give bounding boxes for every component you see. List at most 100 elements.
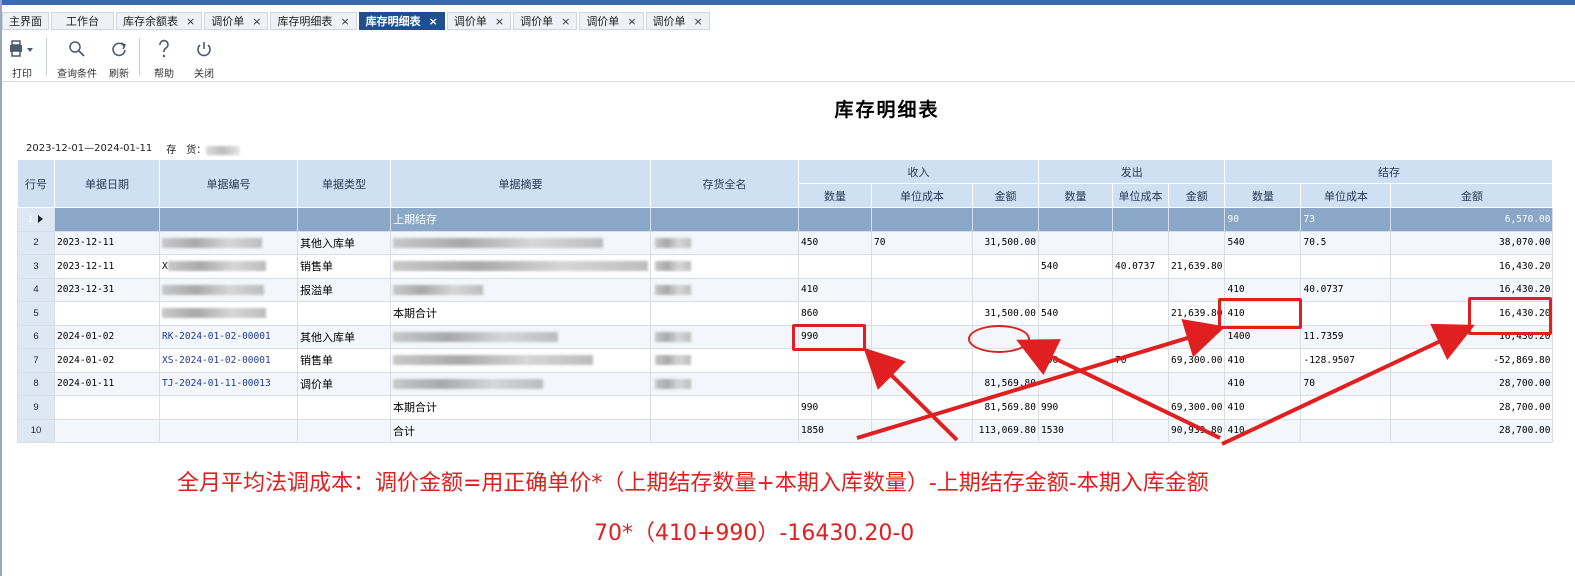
summary-cell[interactable]: 合计 (390, 418, 651, 443)
summary-cell[interactable] (390, 324, 651, 349)
out-qty-cell[interactable]: 990 (1038, 348, 1113, 373)
bal-qty-cell[interactable]: 540 (1224, 230, 1302, 255)
out-unit-cost-cell[interactable] (1112, 418, 1169, 443)
out-qty-cell[interactable] (1038, 324, 1113, 349)
col-header-summary[interactable]: 单据摘要 (390, 159, 651, 208)
summary-cell[interactable]: 本期合计 (390, 395, 651, 420)
item-name-cell[interactable] (650, 324, 799, 349)
summary-cell[interactable]: 上期结存 (390, 207, 651, 232)
in-qty-cell[interactable] (798, 348, 872, 373)
close-icon[interactable]: × (694, 15, 703, 28)
bal-amount-cell[interactable]: 28,700.00 (1390, 371, 1554, 396)
table-row[interactable]: 1 上期结存 90 73 6,570.00 (17, 207, 1554, 232)
col-header-bal-amount[interactable]: 金额 (1390, 183, 1554, 208)
in-qty-cell[interactable] (798, 371, 872, 396)
in-unit-cost-cell[interactable] (871, 324, 973, 349)
bal-unit-cost-cell[interactable]: -128.9507 (1300, 348, 1392, 373)
table-row[interactable]: 9 本期合计 990 81,569.80 990 69,300.00 410 28,700.0… (17, 395, 1554, 420)
out-unit-cost-cell[interactable] (1112, 277, 1169, 302)
date-cell[interactable]: 2024-01-02 (54, 348, 160, 373)
doc-no-cell[interactable] (159, 207, 298, 232)
out-qty-cell[interactable]: 540 (1038, 301, 1113, 326)
in-qty-cell[interactable]: 450 (798, 230, 872, 255)
row-number-cell[interactable]: 10 (17, 418, 55, 443)
out-qty-cell[interactable] (1038, 207, 1113, 232)
close-icon[interactable]: × (252, 15, 261, 28)
bal-unit-cost-cell[interactable]: 11.7359 (1300, 324, 1392, 349)
close-icon[interactable]: × (340, 15, 349, 28)
summary-cell[interactable] (390, 371, 651, 396)
row-number-cell[interactable]: 4 (17, 277, 55, 302)
doc-no-cell[interactable] (159, 395, 298, 420)
out-unit-cost-cell[interactable]: 70 (1112, 348, 1169, 373)
bal-qty-cell[interactable]: 410 (1224, 371, 1302, 396)
date-cell[interactable]: 2023-12-31 (54, 277, 160, 302)
row-number-cell[interactable]: 7 (17, 348, 55, 373)
row-number-cell[interactable]: 6 (17, 324, 55, 349)
bal-qty-cell[interactable]: 410 (1224, 418, 1302, 443)
summary-cell[interactable] (390, 230, 651, 255)
in-amount-cell[interactable]: 81,569.80 (972, 371, 1039, 396)
summary-cell[interactable] (390, 277, 651, 302)
date-cell[interactable] (54, 395, 160, 420)
close-icon[interactable]: × (429, 15, 438, 28)
bal-amount-cell[interactable]: 16,430.20 (1390, 254, 1554, 279)
bal-qty-cell[interactable] (1224, 254, 1302, 279)
out-amount-cell[interactable]: 69,300.00 (1167, 395, 1226, 420)
row-number-cell[interactable]: 3 (17, 254, 55, 279)
in-unit-cost-cell[interactable] (871, 418, 973, 443)
close-icon[interactable]: × (186, 15, 195, 28)
summary-cell[interactable] (390, 348, 651, 373)
item-name-cell[interactable] (650, 207, 799, 232)
doc-type-cell[interactable] (297, 395, 391, 420)
out-amount-cell[interactable] (1167, 207, 1226, 232)
date-cell[interactable]: 2024-01-02 (54, 324, 160, 349)
refresh-button[interactable]: 刷新 (103, 34, 135, 80)
item-name-cell[interactable] (650, 254, 799, 279)
col-header-in-qty[interactable]: 数量 (798, 183, 872, 208)
date-cell[interactable] (54, 418, 160, 443)
bal-unit-cost-cell[interactable] (1300, 395, 1392, 420)
date-cell[interactable]: 2023-12-11 (54, 230, 160, 255)
in-unit-cost-cell[interactable] (871, 207, 973, 232)
doc-no-cell[interactable] (159, 277, 298, 302)
bal-qty-cell[interactable]: 410 (1224, 395, 1302, 420)
out-amount-cell[interactable]: 21,639.80 (1167, 301, 1226, 326)
close-icon[interactable]: × (495, 15, 504, 28)
tab-price-adjust-5[interactable]: 调价单 × (645, 12, 710, 30)
row-number-cell[interactable]: 8 (17, 371, 55, 396)
doc-no-cell[interactable] (159, 418, 298, 443)
date-cell[interactable] (54, 301, 160, 326)
out-qty-cell[interactable]: 990 (1038, 395, 1113, 420)
col-header-bal-qty[interactable]: 数量 (1224, 183, 1302, 208)
col-header-date[interactable]: 单据日期 (54, 159, 160, 208)
bal-amount-cell[interactable]: 6,570.00 (1390, 207, 1554, 232)
out-qty-cell[interactable] (1038, 371, 1113, 396)
doc-type-cell[interactable]: 调价单 (297, 371, 391, 396)
item-name-cell[interactable] (650, 395, 799, 420)
in-amount-cell[interactable]: 113,069.80 (972, 418, 1039, 443)
row-number-cell[interactable]: 5 (17, 301, 55, 326)
out-amount-cell[interactable]: 69,300.00 (1167, 348, 1226, 373)
print-button[interactable]: 打印 (2, 34, 42, 80)
table-row[interactable]: 5 本期合计 860 31,500.00 540 21,639.80 410 16,430.2… (17, 301, 1554, 326)
bal-unit-cost-cell[interactable] (1300, 301, 1392, 326)
tab-inventory-detail-1[interactable]: 库存明细表 × (270, 12, 357, 30)
item-name-cell[interactable] (650, 371, 799, 396)
col-header-row-no[interactable]: 行号 (17, 159, 55, 208)
tab-price-adjust-3[interactable]: 调价单 × (513, 12, 578, 30)
out-unit-cost-cell[interactable] (1112, 324, 1169, 349)
doc-no-cell[interactable]: X (159, 254, 298, 279)
out-amount-cell[interactable] (1167, 324, 1226, 349)
out-amount-cell[interactable] (1167, 277, 1226, 302)
bal-unit-cost-cell[interactable] (1300, 418, 1392, 443)
tab-price-adjust-4[interactable]: 调价单 × (579, 12, 644, 30)
bal-unit-cost-cell[interactable] (1300, 254, 1392, 279)
doc-type-cell[interactable]: 报溢单 (297, 277, 391, 302)
in-amount-cell[interactable]: 31,500.00 (972, 230, 1039, 255)
in-unit-cost-cell[interactable] (871, 301, 973, 326)
out-unit-cost-cell[interactable] (1112, 207, 1169, 232)
row-number-cell[interactable]: 1 (17, 207, 55, 232)
col-header-in-unit-cost[interactable]: 单位成本 (871, 183, 973, 208)
in-unit-cost-cell[interactable]: 70 (871, 230, 973, 255)
